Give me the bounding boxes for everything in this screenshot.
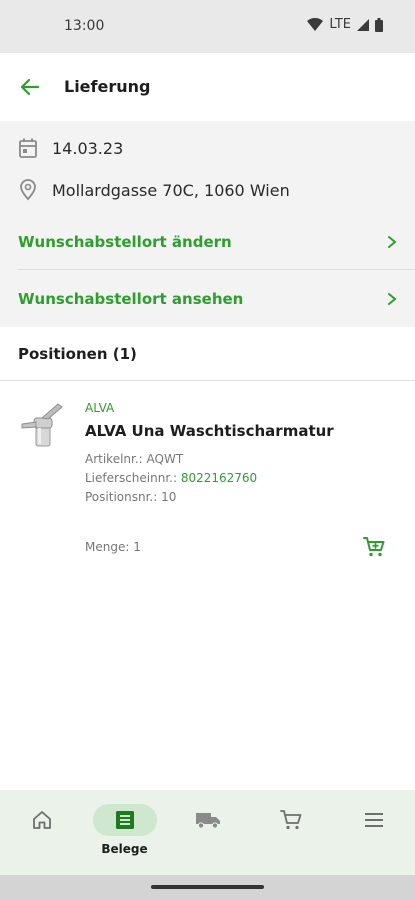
calendar-icon <box>19 138 37 158</box>
status-bar: 13:00 LTE <box>0 0 415 53</box>
delivery-note-label: Lieferscheinnr.: <box>85 471 178 485</box>
quantity-label: Menge: 1 <box>85 540 141 554</box>
delivery-note-number: Lieferscheinnr.: 8022162760 <box>85 471 257 485</box>
nav-label-belege: Belege <box>101 842 148 856</box>
back-button[interactable] <box>14 71 46 103</box>
nav-icon-container <box>259 804 323 836</box>
nav-icon-container-active <box>92 804 157 836</box>
cart-icon <box>279 810 301 830</box>
status-icons: LTE <box>307 17 383 32</box>
delivery-address-row: Mollardgasse 70C, 1060 Wien <box>18 179 290 201</box>
product-brand: ALVA <box>85 401 115 415</box>
nav-item-menu[interactable] <box>332 790 415 875</box>
change-drop-location-link[interactable]: Wunschabstellort ändern <box>18 214 397 270</box>
nav-icon-container <box>10 804 74 836</box>
chevron-right-icon <box>388 293 397 305</box>
article-number: Artikelnr.: AQWT <box>85 452 183 466</box>
change-drop-location-label: Wunschabstellort ändern <box>18 233 232 251</box>
delivery-info-panel: 14.03.23 Mollardgasse 70C, 1060 Wien Wun… <box>0 121 415 327</box>
nav-item-cart[interactable] <box>249 790 332 875</box>
menu-icon <box>364 813 383 827</box>
add-to-cart-icon[interactable] <box>362 535 386 559</box>
location-pin-icon <box>20 179 36 201</box>
positions-divider <box>0 380 415 381</box>
view-drop-location-label: Wunschabstellort ansehen <box>18 290 244 308</box>
truck-icon <box>195 813 220 829</box>
system-gesture-bar <box>0 875 415 900</box>
delivery-date: 14.03.23 <box>52 138 124 158</box>
wifi-icon <box>307 18 324 31</box>
page-title: Lieferung <box>64 77 151 96</box>
article-number-label: Artikelnr.: <box>85 452 143 466</box>
nav-icon-container <box>342 804 406 836</box>
view-drop-location-link[interactable]: Wunschabstellort ansehen <box>18 271 397 327</box>
nav-item-home[interactable] <box>0 790 83 875</box>
position-number-label: Positionsnr.: <box>85 490 158 504</box>
home-gesture-handle[interactable] <box>151 885 264 889</box>
bottom-navigation: Belege <box>0 790 415 875</box>
link-divider <box>18 269 415 270</box>
product-name: ALVA Una Waschtischarmatur <box>85 422 334 440</box>
network-label: LTE <box>329 17 351 32</box>
home-icon <box>32 811 51 829</box>
arrow-back-icon <box>20 78 40 96</box>
faucet-product-image <box>21 403 63 447</box>
app-bar: Lieferung <box>0 53 415 121</box>
delivery-date-row: 14.03.23 <box>18 137 123 159</box>
position-number: Positionsnr.: 10 <box>85 490 176 504</box>
positions-heading: Positionen (1) <box>18 345 137 363</box>
nav-item-deliveries[interactable] <box>166 790 249 875</box>
battery-icon <box>375 17 383 32</box>
status-time: 13:00 <box>64 18 105 34</box>
delivery-address: Mollardgasse 70C, 1060 Wien <box>52 180 290 200</box>
article-number-value: AQWT <box>146 452 184 466</box>
chevron-right-icon <box>388 236 397 248</box>
signal-icon <box>357 18 369 31</box>
delivery-note-link[interactable]: 8022162760 <box>181 471 257 485</box>
nav-icon-container <box>176 804 240 836</box>
receipt-icon <box>115 811 134 829</box>
nav-item-belege[interactable]: Belege <box>83 790 166 875</box>
position-number-value: 10 <box>161 490 177 504</box>
